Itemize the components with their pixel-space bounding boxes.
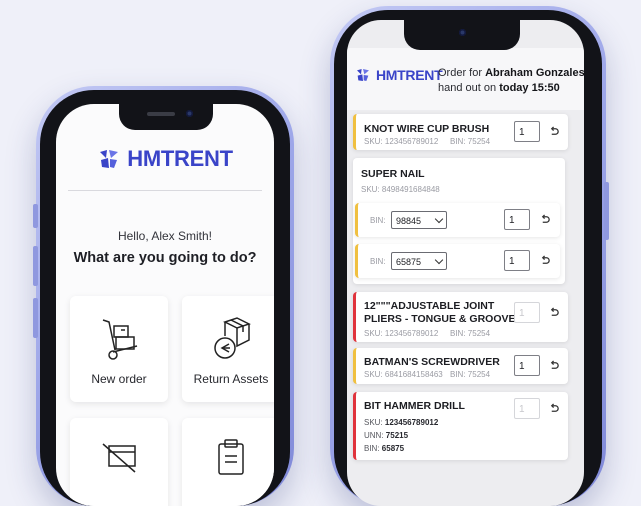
undo-icon[interactable] <box>549 403 560 414</box>
notch <box>404 20 520 50</box>
undo-icon[interactable] <box>540 214 551 225</box>
item-sku: SKU: 123456789012 <box>364 137 439 146</box>
clipboard-icon <box>218 439 244 475</box>
item-bin: BIN: 75254 <box>450 370 491 379</box>
item-name: 12"""ADJUSTABLE JOINT PLIERS - TONGUE & … <box>364 300 516 325</box>
front-camera <box>459 29 466 36</box>
brand-logo: HMTRENT <box>56 146 274 172</box>
quantity-input[interactable]: 1 <box>514 121 540 142</box>
hmtrent-logo-icon <box>357 69 369 81</box>
brand-name: HMTRENT <box>127 146 233 171</box>
volume-down-button <box>33 298 38 338</box>
undo-icon[interactable] <box>549 360 560 371</box>
quantity-input[interactable]: 1 <box>514 302 540 323</box>
bin-label: BIN: <box>370 257 386 266</box>
order-item-bit-hammer-drill[interactable]: BIT HAMMER DRILL SKU: 123456789012 UNN: … <box>353 392 568 460</box>
quantity-input[interactable]: 1 <box>504 209 530 230</box>
item-bin: BIN: 75254 <box>450 137 491 146</box>
bin-label: BIN: <box>370 216 386 225</box>
brand-logo: HMTRENT <box>355 67 443 83</box>
handout-time: today 15:50 <box>499 82 560 94</box>
phone-order: HMTRENT Order for Abraham Gonzales hand … <box>330 6 609 506</box>
order-prefix: Order for <box>438 67 483 79</box>
return-assets-tile[interactable]: Return Assets <box>182 296 274 402</box>
quantity-input[interactable]: 1 <box>504 250 530 271</box>
home-screen: HMTRENT Hello, Alex Smith! What are you … <box>56 104 274 506</box>
speaker <box>147 112 175 116</box>
brand-name: HMTRENT <box>376 67 443 83</box>
hmtrent-logo-icon <box>100 150 119 168</box>
undo-icon[interactable] <box>540 255 551 266</box>
item-unn: UNN: 75215 <box>364 431 409 440</box>
order-item-super-nail[interactable]: SUPER NAIL SKU: 8498491684848 BIN: 98845… <box>353 158 565 284</box>
new-order-label: New order <box>91 372 147 386</box>
quantity-input[interactable]: 1 <box>514 355 540 376</box>
handout-prefix: hand out on <box>438 82 497 94</box>
item-name: BATMAN'S SCREWDRIVER <box>364 356 500 368</box>
hand-truck-icon <box>102 319 138 360</box>
item-sku: SKU: 8498491684848 <box>361 185 440 194</box>
broken-item-icon <box>102 443 136 473</box>
item-bin: BIN: 65875 <box>364 444 405 453</box>
phone-home: HMTRENT Hello, Alex Smith! What are you … <box>33 86 294 506</box>
item-bin: BIN: 75254 <box>450 329 491 338</box>
quantity-input[interactable]: 1 <box>514 398 540 419</box>
return-assets-label: Return Assets <box>193 372 269 386</box>
mute-switch <box>33 204 38 228</box>
item-sku: SKU: 6841684158463 <box>364 370 443 379</box>
order-item-batmans-screwdriver[interactable]: BATMAN'S SCREWDRIVER SKU: 6841684158463 … <box>353 348 568 384</box>
greeting: Hello, Alex Smith! <box>117 229 213 243</box>
order-item-knot-wire-cup-brush[interactable]: KNOT WIRE CUP BRUSH SKU: 123456789012 BI… <box>353 114 568 150</box>
item-name: KNOT WIRE CUP BRUSH <box>364 123 490 135</box>
volume-up-button <box>33 246 38 286</box>
undo-icon[interactable] <box>549 126 560 137</box>
order-item-adjustable-joint-pliers[interactable]: 12"""ADJUSTABLE JOINT PLIERS - TONGUE & … <box>353 292 568 342</box>
order-screen: HMTRENT Order for Abraham Gonzales hand … <box>347 20 584 506</box>
bin-row: BIN: 65875 1 <box>355 244 560 278</box>
bin-row: BIN: 98845 1 <box>355 203 560 237</box>
broken-item-tile[interactable] <box>70 418 168 506</box>
clipboard-tile[interactable] <box>182 418 274 506</box>
bin-select[interactable]: 98845 <box>391 211 447 229</box>
customer-name: Abraham Gonzales <box>485 67 584 79</box>
notch <box>119 104 213 130</box>
item-sku: SKU: 123456789012 <box>364 329 439 338</box>
item-sku: SKU: 123456789012 <box>364 418 439 427</box>
power-button <box>604 182 609 240</box>
new-order-tile[interactable]: New order <box>70 296 168 402</box>
front-camera <box>186 110 193 117</box>
box-return-icon <box>214 317 251 359</box>
order-summary: Order for Abraham Gonzales hand out on t… <box>438 66 584 96</box>
bin-select[interactable]: 65875 <box>391 252 447 270</box>
page-title: What are you going to do? <box>73 250 257 266</box>
undo-icon[interactable] <box>549 307 560 318</box>
header-divider <box>68 190 262 191</box>
item-name: SUPER NAIL <box>361 168 425 180</box>
item-name: BIT HAMMER DRILL <box>364 400 465 412</box>
